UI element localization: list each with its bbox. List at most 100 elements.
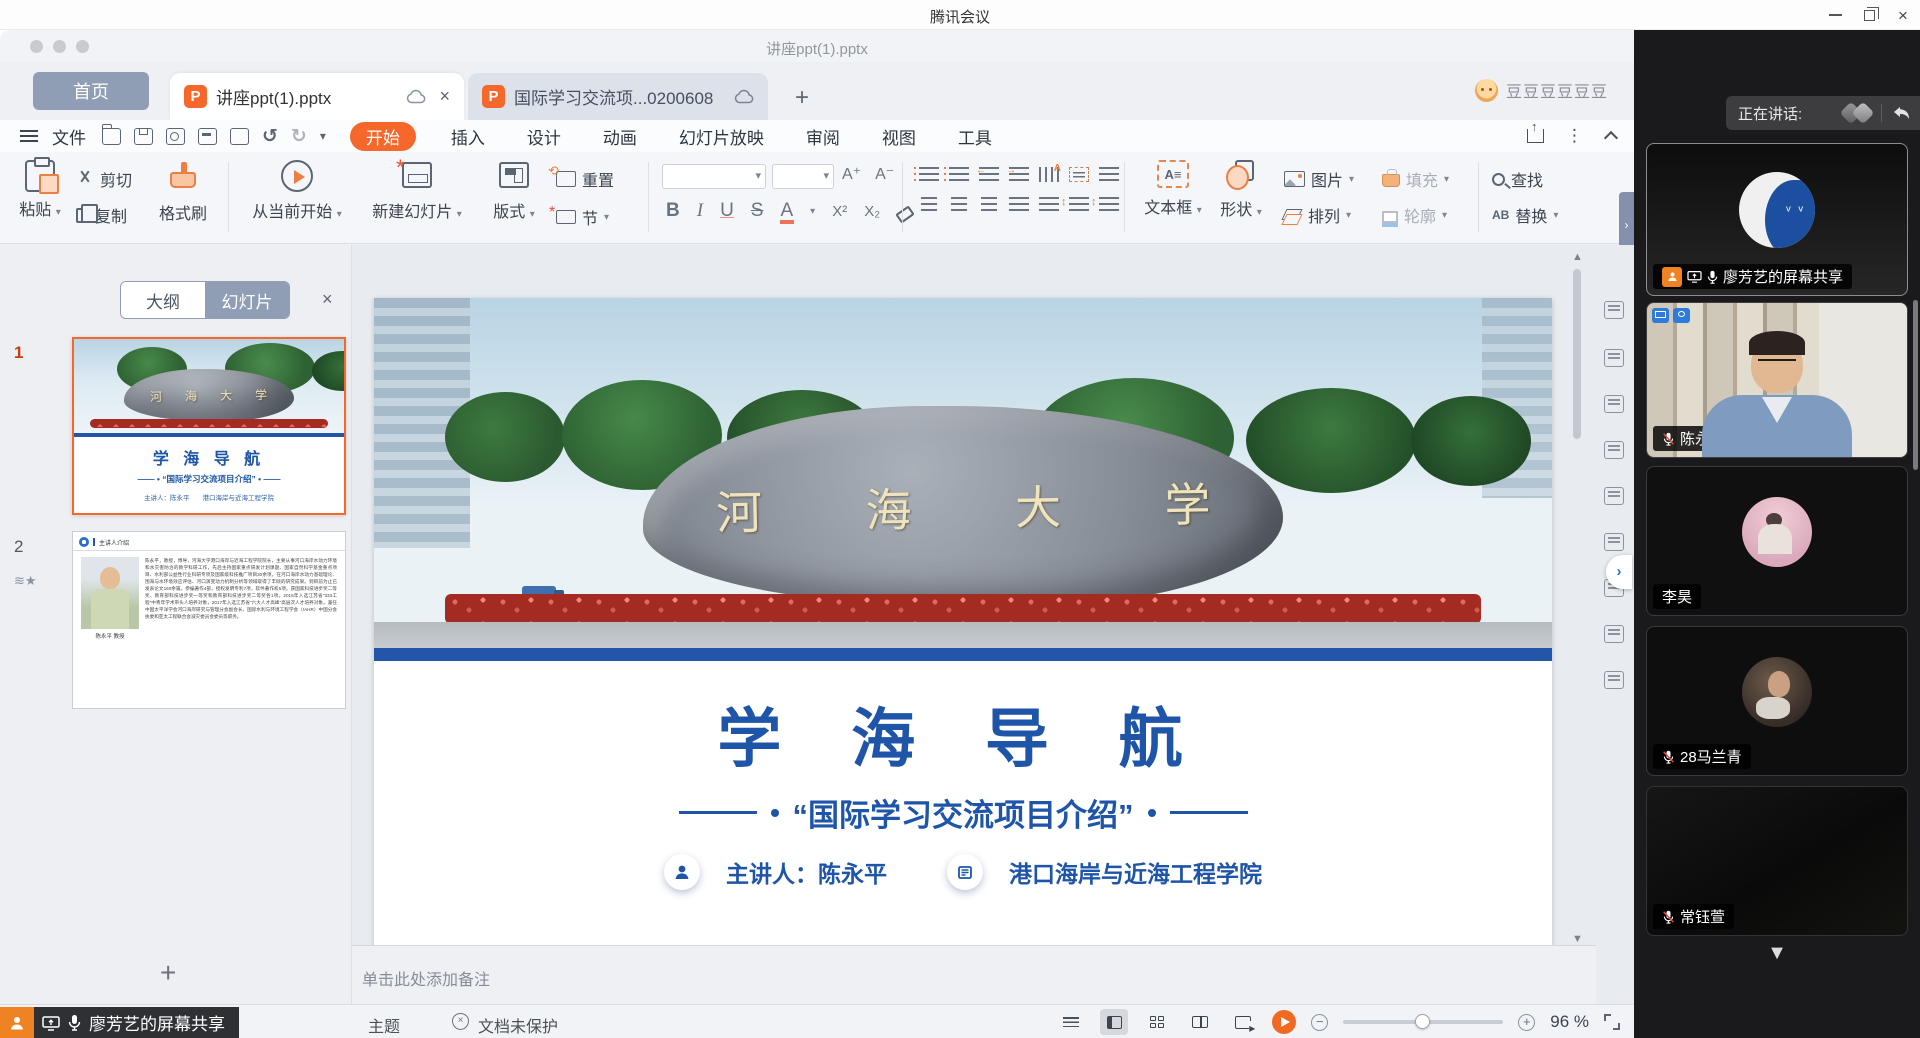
hamburger-icon[interactable] [20, 130, 38, 142]
menu-tab-slideshow[interactable]: 幻灯片放映 [658, 124, 785, 149]
slide-2-thumbnail[interactable]: 主讲人介绍 陈永平 教授 陈永平，教授，博导，河海大学港口海岸与近海工程学院院长… [72, 531, 346, 709]
share-icon[interactable] [1527, 129, 1544, 143]
menu-file[interactable]: 文件 [52, 124, 96, 149]
font-size-combobox[interactable] [772, 164, 834, 189]
shapes-button[interactable]: 形状 ▾ [1212, 160, 1270, 220]
notes-area[interactable]: 单击此处添加备注 [352, 945, 1596, 1004]
menu-tab-view[interactable]: 视图 [861, 124, 937, 149]
replace-button[interactable]: AB替换 ▾ [1492, 200, 1558, 230]
animation-panel-icon[interactable] [1604, 395, 1624, 413]
zoom-value[interactable]: 96 % [1550, 1012, 1589, 1032]
meeting-panel-handle[interactable]: › [1606, 555, 1632, 589]
more-participants-icon[interactable]: ▼ [1767, 942, 1787, 965]
participant-tile[interactable]: 常钰萱 [1646, 786, 1908, 936]
home-button[interactable]: 首页 [33, 72, 149, 110]
editor-scrollbar[interactable]: ▲ ▼ [1570, 245, 1584, 1004]
slide-1-thumbnail[interactable]: 河 海 大 学 学 海 导 航 “国际学习交流项目介绍” 主讲人：陈永平 港口海… [72, 337, 346, 515]
account-area[interactable]: 豆豆豆豆豆豆 [1475, 78, 1608, 102]
comments-panel-icon[interactable] [1604, 349, 1624, 367]
participant-tile[interactable]: 李昊 [1646, 466, 1908, 616]
slide-sorter-view-button[interactable] [1143, 1009, 1171, 1035]
shrink-font-button[interactable]: A⁻ [875, 164, 894, 184]
new-tab-button[interactable]: + [795, 84, 809, 112]
underline-button[interactable]: U [720, 200, 734, 222]
tab-close-icon[interactable]: × [439, 86, 450, 107]
add-slide-button[interactable]: + [160, 957, 176, 989]
numbering-icon[interactable] [949, 167, 969, 182]
reset-button[interactable]: 重置 [556, 164, 614, 194]
participant-tile[interactable]: 28马兰青 [1646, 626, 1908, 776]
grow-font-button[interactable]: A⁺ [842, 164, 861, 184]
screen-share-overlay-badge[interactable]: 廖芳艺的屏幕共享 [0, 1007, 239, 1038]
scroll-up-icon[interactable]: ▲ [1572, 251, 1583, 263]
download-panel-icon[interactable] [1604, 441, 1624, 459]
zoom-in-button[interactable]: + [1518, 1014, 1535, 1031]
paragraph-spacing-icon[interactable] [1099, 197, 1119, 212]
menu-tab-animation[interactable]: 动画 [582, 124, 658, 149]
restore-button[interactable] [1852, 0, 1886, 30]
menu-tab-review[interactable]: 审阅 [785, 124, 861, 149]
align-center-icon[interactable] [951, 197, 967, 212]
document-tab-inactive[interactable]: P 国际学习交流项...0200608 [468, 73, 768, 120]
tab-slides[interactable]: 幻灯片 [205, 282, 289, 318]
properties-panel-icon[interactable] [1604, 301, 1624, 319]
align-left-icon[interactable] [921, 197, 937, 212]
format-painter-button[interactable]: 格式刷 [152, 160, 214, 224]
slide-canvas[interactable]: 河 海 大 学 学 海 导 航 “国际学习交流项目介绍” 主讲人：陈永平 [374, 298, 1552, 968]
back-arrow-icon[interactable] [1892, 105, 1912, 121]
cloud-sync-icon[interactable] [406, 89, 426, 104]
decrease-indent-icon[interactable] [979, 167, 999, 182]
cut-button[interactable]: 剪切 [76, 164, 132, 194]
menu-tab-design[interactable]: 设计 [506, 124, 582, 149]
font-color-dropdown-icon[interactable]: ▾ [810, 206, 815, 217]
new-slide-button[interactable]: 新建幻灯片 ▾ [362, 162, 472, 222]
save-icon[interactable] [134, 128, 153, 145]
reading-panel-icon[interactable] [1604, 487, 1624, 505]
font-color-button[interactable]: A [780, 200, 793, 222]
menu-tab-start[interactable]: 开始 [350, 122, 416, 151]
close-button[interactable]: × [1886, 0, 1920, 30]
copy-button[interactable]: 复制 [76, 200, 132, 230]
increase-indent-icon[interactable] [1009, 167, 1029, 182]
image-panel-icon[interactable] [1604, 671, 1624, 689]
design-panel-icon[interactable] [1604, 533, 1624, 551]
align-right-icon[interactable] [981, 197, 997, 212]
bullets-icon[interactable] [919, 167, 939, 182]
protect-status-text[interactable]: 文档未保护 [478, 1013, 558, 1037]
participant-tile-sharer[interactable]: 廖芳艺的屏幕共享 [1646, 143, 1908, 296]
superscript-button[interactable]: X² [832, 203, 847, 220]
preview-icon[interactable] [166, 128, 185, 145]
vertical-align-icon[interactable] [1099, 167, 1119, 182]
menu-tab-tools[interactable]: 工具 [937, 124, 1013, 149]
fill-button[interactable]: 填充 ▾ [1382, 164, 1449, 194]
zoom-slider-thumb[interactable] [1415, 1014, 1430, 1029]
play-slideshow-button[interactable] [1272, 1010, 1296, 1034]
subscript-button[interactable]: X₂ [864, 203, 880, 220]
italic-button[interactable]: I [697, 200, 703, 222]
sidebar-scrollbar-thumb[interactable] [1913, 300, 1918, 470]
document-tab-active[interactable]: P 讲座ppt(1).pptx × [170, 73, 464, 120]
collapse-ribbon-icon[interactable] [1604, 131, 1618, 145]
section-button[interactable]: 节 ▾ [556, 202, 614, 232]
tab-outline[interactable]: 大纲 [121, 282, 205, 318]
clear-format-icon[interactable] [895, 205, 914, 223]
text-frame-icon[interactable] [1069, 167, 1089, 182]
scroll-down-icon[interactable]: ▼ [1572, 933, 1583, 945]
text-direction-icon[interactable] [1039, 167, 1059, 182]
menu-tab-insert[interactable]: 插入 [430, 124, 506, 149]
font-name-combobox[interactable] [662, 164, 766, 189]
undo-icon[interactable]: ↺ [262, 125, 278, 148]
play-from-current-button[interactable]: 从当前开始 ▾ [242, 160, 352, 222]
layout-button[interactable]: 版式 ▾ [482, 162, 546, 222]
history-panel-icon[interactable] [1604, 625, 1624, 643]
zoom-out-button[interactable]: − [1311, 1014, 1328, 1031]
bold-button[interactable]: B [666, 200, 680, 222]
scrollbar-thumb[interactable] [1573, 269, 1581, 439]
quick-access-dropdown-icon[interactable]: ▾ [320, 129, 326, 143]
export-icon[interactable] [230, 128, 249, 145]
more-options-icon[interactable]: ⋮ [1566, 126, 1584, 146]
open-icon[interactable] [102, 128, 121, 145]
reading-view-button[interactable] [1186, 1009, 1214, 1035]
notes-toggle-button[interactable] [1057, 1009, 1085, 1035]
find-button[interactable]: 查找 [1492, 164, 1558, 194]
